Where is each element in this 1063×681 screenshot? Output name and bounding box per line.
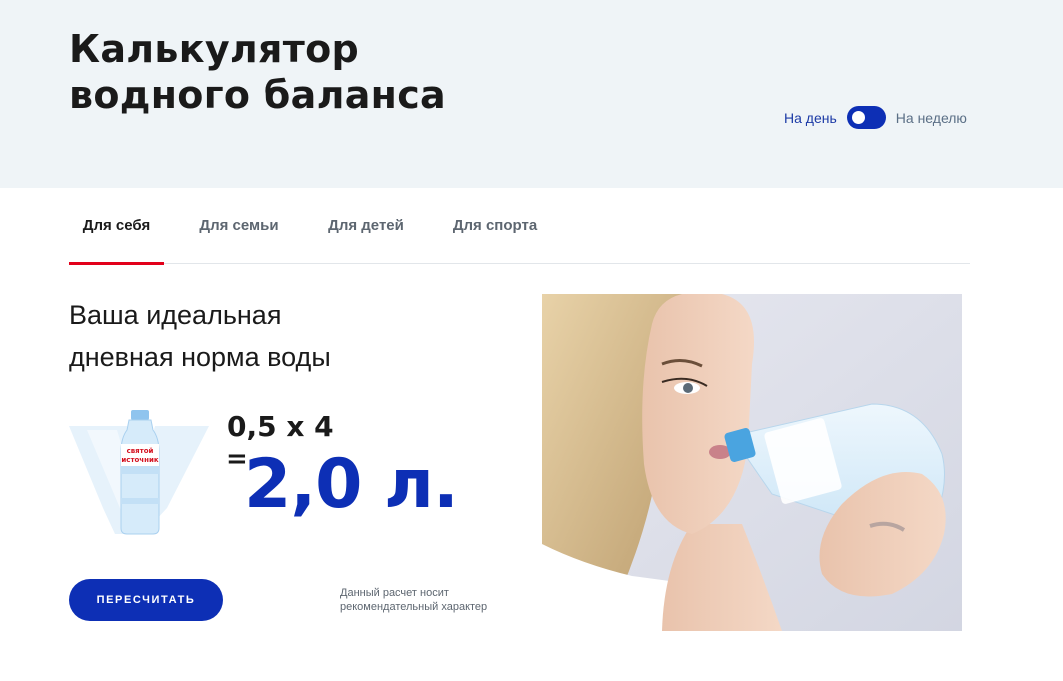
tab-for-sport[interactable]: Для спорта: [445, 188, 545, 263]
bottle-icon: святой источник: [69, 410, 209, 535]
result-heading-line-1: Ваша идеальная: [69, 300, 282, 330]
disclaimer-text: Данный расчет носит рекомендательный хар…: [340, 586, 530, 614]
result-heading-line-2: дневная норма воды: [69, 342, 331, 372]
page-title-line-2: водного баланса: [69, 73, 446, 117]
tab-for-self[interactable]: Для себя: [69, 188, 164, 265]
recalculate-button[interactable]: ПЕРЕСЧИТАТЬ: [69, 579, 223, 621]
page-title-line-1: Калькулятор: [69, 27, 359, 71]
disclaimer-line-1: Данный расчет носит: [340, 587, 449, 599]
hero-banner: Калькулятор водного баланса На день На н…: [0, 0, 1063, 188]
result-heading: Ваша идеальная дневная норма воды: [69, 294, 489, 378]
bottle-brand-line-2: источник: [121, 456, 158, 464]
formula-text: 0,5 x 4: [227, 410, 334, 443]
page-title: Калькулятор водного баланса: [69, 26, 549, 118]
bottle-illustration: святой источник: [69, 408, 211, 538]
daily-total: 2,0 л.: [244, 445, 459, 524]
photo-illustration: [542, 294, 962, 631]
woman-drinking-photo: [542, 294, 962, 631]
bottle-brand-line-1: святой: [127, 447, 154, 455]
period-toggle[interactable]: [846, 106, 886, 129]
tab-for-kids[interactable]: Для детей: [319, 188, 413, 263]
period-day-label[interactable]: На день: [784, 110, 837, 126]
tab-for-family[interactable]: Для семьи: [187, 188, 291, 263]
toggle-knob: [851, 111, 865, 124]
audience-tabs: Для себя Для семьи Для детей Для спорта: [69, 188, 970, 265]
disclaimer-line-2: рекомендательный характер: [340, 601, 488, 613]
period-week-label[interactable]: На неделю: [896, 110, 967, 126]
period-switch: На день На неделю: [784, 105, 967, 130]
